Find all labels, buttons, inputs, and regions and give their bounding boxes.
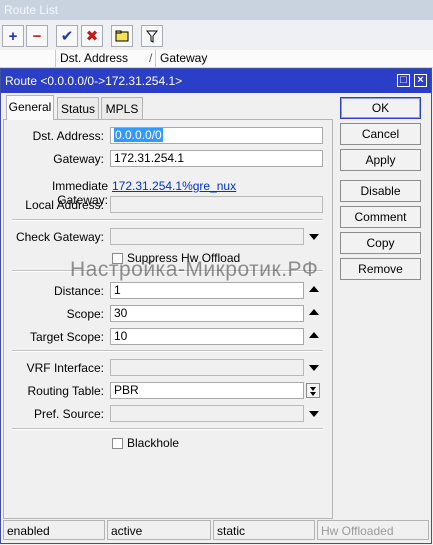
status-enabled: enabled bbox=[3, 520, 105, 540]
check-gateway-label: Check Gateway: bbox=[15, 230, 104, 244]
target-scope-input[interactable]: 10 bbox=[110, 328, 304, 345]
distance-label: Distance: bbox=[53, 284, 104, 298]
comment-button[interactable]: Comment bbox=[340, 206, 421, 228]
sort-marker: / bbox=[149, 51, 153, 65]
apply-button[interactable]: Apply bbox=[340, 149, 421, 171]
local-address-input[interactable] bbox=[110, 196, 323, 213]
tab-general[interactable]: General bbox=[6, 95, 54, 120]
filter-icon[interactable] bbox=[141, 25, 163, 47]
routing-table-label: Routing Table: bbox=[27, 384, 105, 398]
disable-cross-icon[interactable]: ✖ bbox=[81, 25, 103, 47]
status-static: static bbox=[213, 520, 315, 540]
disable-button[interactable]: Disable bbox=[340, 180, 421, 202]
target-scope-collapse-icon[interactable] bbox=[309, 332, 319, 338]
column-dst-address[interactable]: Dst. Address bbox=[55, 50, 145, 67]
check-gateway-select[interactable] bbox=[110, 228, 304, 245]
blackhole-checkbox[interactable] bbox=[112, 438, 123, 449]
dialog-title: Route <0.0.0.0/0->172.31.254.1> bbox=[1, 69, 431, 93]
scope-input[interactable]: 30 bbox=[110, 305, 304, 322]
check-gateway-dropdown-icon[interactable] bbox=[309, 234, 319, 240]
tab-mpls[interactable]: MPLS bbox=[101, 97, 143, 119]
route-list-window-title: Route List bbox=[0, 0, 433, 20]
watermark: Настройка-Микротик.РФ bbox=[70, 258, 319, 281]
cancel-button[interactable]: Cancel bbox=[340, 123, 421, 145]
vrf-interface-dropdown-icon[interactable] bbox=[309, 365, 319, 371]
immediate-gateway-link[interactable]: 172.31.254.1%gre_nux bbox=[112, 179, 236, 193]
routing-table-dropdown-button[interactable] bbox=[306, 383, 320, 398]
pref-source-label: Pref. Source: bbox=[33, 407, 104, 421]
status-hw-offloaded: Hw Offloaded bbox=[317, 520, 429, 540]
column-gateway[interactable]: Gateway bbox=[155, 50, 433, 67]
gateway-label: Gateway: bbox=[53, 152, 104, 166]
ok-button[interactable]: OK bbox=[340, 97, 421, 119]
blackhole-label: Blackhole bbox=[127, 436, 180, 450]
tab-status[interactable]: Status bbox=[57, 97, 99, 119]
route-dialog: Route <0.0.0.0/0->172.31.254.1> □ × Gene… bbox=[0, 68, 432, 544]
local-address-label: Local Address: bbox=[25, 198, 104, 212]
general-panel: Dst. Address: 0.0.0.0/0 Gateway: 172.31.… bbox=[3, 119, 333, 519]
dst-address-value: 0.0.0.0/0 bbox=[114, 128, 163, 142]
add-icon[interactable]: + bbox=[2, 25, 24, 47]
copy-button[interactable]: Copy bbox=[340, 232, 421, 254]
gateway-input[interactable]: 172.31.254.1 bbox=[110, 150, 323, 167]
dst-address-input[interactable]: 0.0.0.0/0 bbox=[110, 127, 323, 144]
route-list-header: Dst. Address / Gateway bbox=[0, 50, 433, 68]
separator bbox=[12, 219, 323, 221]
distance-collapse-icon[interactable] bbox=[309, 286, 319, 292]
dst-address-label: Dst. Address: bbox=[32, 129, 104, 143]
route-list-toolbar: + − ✔ ✖ bbox=[0, 20, 433, 51]
separator bbox=[12, 350, 323, 352]
routing-table-select[interactable]: PBR bbox=[110, 382, 304, 399]
distance-input[interactable]: 1 bbox=[110, 282, 304, 299]
enable-check-icon[interactable]: ✔ bbox=[56, 25, 78, 47]
remove-icon[interactable]: − bbox=[26, 25, 48, 47]
scope-collapse-icon[interactable] bbox=[309, 309, 319, 315]
scope-label: Scope: bbox=[66, 307, 104, 321]
status-active: active bbox=[107, 520, 211, 540]
maximize-icon[interactable]: □ bbox=[397, 74, 410, 87]
vrf-interface-label: VRF Interface: bbox=[26, 361, 104, 375]
pref-source-dropdown-icon[interactable] bbox=[309, 411, 319, 417]
separator bbox=[12, 428, 323, 430]
target-scope-label: Target Scope: bbox=[29, 330, 104, 344]
close-icon[interactable]: × bbox=[414, 74, 427, 87]
remove-button[interactable]: Remove bbox=[340, 258, 421, 280]
vrf-interface-select[interactable] bbox=[110, 359, 304, 376]
comment-icon[interactable] bbox=[111, 25, 133, 47]
pref-source-select[interactable] bbox=[110, 405, 304, 422]
